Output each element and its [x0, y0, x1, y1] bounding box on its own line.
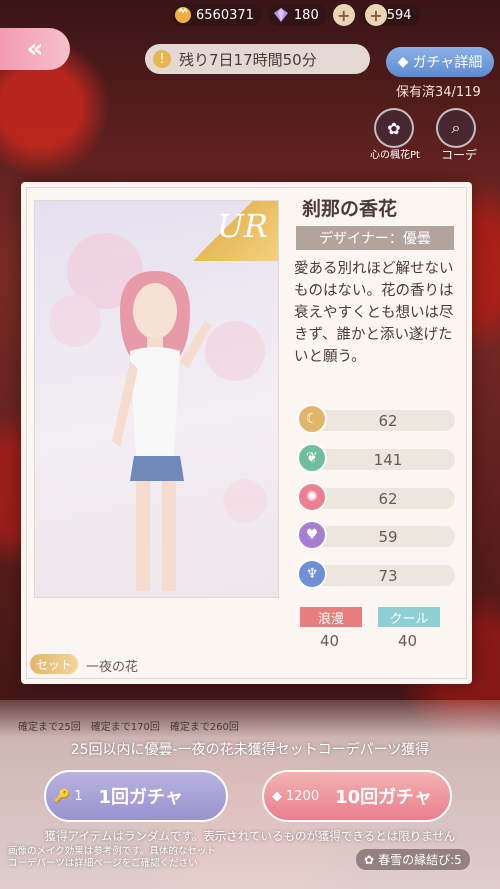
- heart-pt-button[interactable]: ✿: [374, 108, 414, 148]
- ten-gacha-label: 10回ガチャ: [335, 787, 432, 808]
- single-gacha-label: 1回ガチャ: [98, 787, 183, 808]
- tag-romance-value: 40: [320, 632, 340, 650]
- coin-counter: 6560371: [170, 4, 262, 26]
- rarity-text: UR: [216, 207, 268, 245]
- designer-label: デザイナー：優曇: [296, 226, 454, 250]
- set-name: 一夜の花: [86, 660, 139, 675]
- timer-pill: ! 残り7日17時間50分: [145, 44, 370, 74]
- add-gem-button-a[interactable]: +: [365, 4, 387, 26]
- stat-row: 141 ❦: [297, 443, 455, 473]
- leaf-icon: ❦: [297, 443, 327, 473]
- stat-row: 73 ♆: [297, 559, 455, 589]
- wing-icon: ♆: [297, 559, 327, 589]
- stat-value: 141: [307, 449, 455, 470]
- owned-count: 保有済34/119: [396, 85, 481, 100]
- set-badge: セット: [30, 654, 79, 674]
- makeup-note: 画像のメイク効果は参考例です。具体的なセット コーデパーツは詳細ページをご確認く…: [8, 846, 216, 870]
- tag-romance: 浪漫: [300, 607, 362, 627]
- timer-text: 残り7日17時間50分: [179, 50, 317, 69]
- diamond-icon: [272, 6, 290, 24]
- search-icon: ⌕: [451, 118, 461, 137]
- gem-value: 594: [386, 7, 412, 23]
- coordinate-label: コーデ: [441, 148, 478, 162]
- random-note: 獲得アイテムはランダムです。表示されているものが獲得できるとは限りません: [44, 829, 456, 843]
- ten-gacha-button[interactable]: ◆ 1200 10回ガチャ: [262, 770, 452, 822]
- diamond-counter: 180: [267, 4, 327, 26]
- pink-gem-icon: ◆: [272, 788, 282, 804]
- makeup-note-line1: 画像のメイク効果は参考例です。具体的なセット: [8, 846, 216, 857]
- progress-label: 確定まで260回: [169, 722, 239, 733]
- single-cost: 🔑 1: [54, 789, 82, 804]
- stat-row: 59 ♥: [297, 520, 455, 550]
- progress-label: 確定まで170回: [90, 722, 160, 733]
- key-icon: 🔑: [54, 788, 71, 804]
- coordinate-button[interactable]: ⌕: [436, 108, 476, 148]
- single-gacha-button[interactable]: 🔑 1 1回ガチャ: [44, 770, 228, 822]
- alert-icon: !: [153, 50, 171, 68]
- currency-bar: 6560371 180 + 594: [170, 0, 500, 30]
- stat-value: 73: [307, 565, 455, 586]
- blossom-counter[interactable]: ✿ 春雪の縁結び:5: [356, 849, 470, 870]
- character-portrait: UR: [34, 200, 279, 598]
- sun-icon: ✺: [297, 482, 327, 512]
- tag-cool-value: 40: [398, 632, 418, 650]
- stat-value: 62: [307, 410, 455, 431]
- progress-labels: 確定まで25回 確定まで170回 確定まで260回: [18, 718, 239, 733]
- stat-value: 62: [307, 488, 455, 509]
- blossom-text: 春雪の縁結び:5: [378, 853, 462, 867]
- stat-value: 59: [307, 526, 455, 547]
- stat-row: 62 ☾: [297, 404, 455, 434]
- diamond-small-icon: ◆: [397, 54, 409, 70]
- moon-icon: ☾: [297, 404, 327, 434]
- add-diamond-button[interactable]: +: [332, 4, 355, 26]
- stat-row: 62 ✺: [297, 482, 455, 512]
- makeup-note-line2: コーデパーツは詳細ページをご確認ください: [8, 858, 198, 869]
- heart-pt-label: 心の楓花Pt: [370, 150, 420, 161]
- blossom-icon: ✿: [364, 852, 375, 867]
- flower-icon: ✿: [387, 118, 401, 138]
- diamond-value: 180: [293, 7, 319, 23]
- gacha-detail-button[interactable]: ◆ ガチャ詳細: [386, 47, 494, 77]
- heart-icon: ♥: [297, 520, 327, 550]
- guarantee-text: 25回以内に優曇-一夜の花未獲得セットコーデパーツ獲得: [70, 742, 430, 758]
- ten-cost: ◆ 1200: [272, 789, 319, 804]
- ten-cost-value: 1200: [286, 788, 320, 804]
- item-title: 刹那の香花: [302, 198, 398, 220]
- cat-coin-icon: [174, 6, 192, 24]
- gacha-detail-label: ガチャ詳細: [412, 55, 483, 71]
- single-cost-value: 1: [74, 788, 83, 804]
- back-chevron-icon: «: [26, 34, 44, 64]
- progress-label: 確定まで25回: [18, 722, 81, 733]
- tag-cool: クール: [378, 607, 440, 627]
- coin-value: 6560371: [196, 7, 254, 23]
- back-button[interactable]: «: [0, 28, 70, 70]
- item-description: 愛ある別れほど解せないものはない。花の香りは衰えやすくとも想いは尽きず、誰かと添…: [294, 261, 454, 365]
